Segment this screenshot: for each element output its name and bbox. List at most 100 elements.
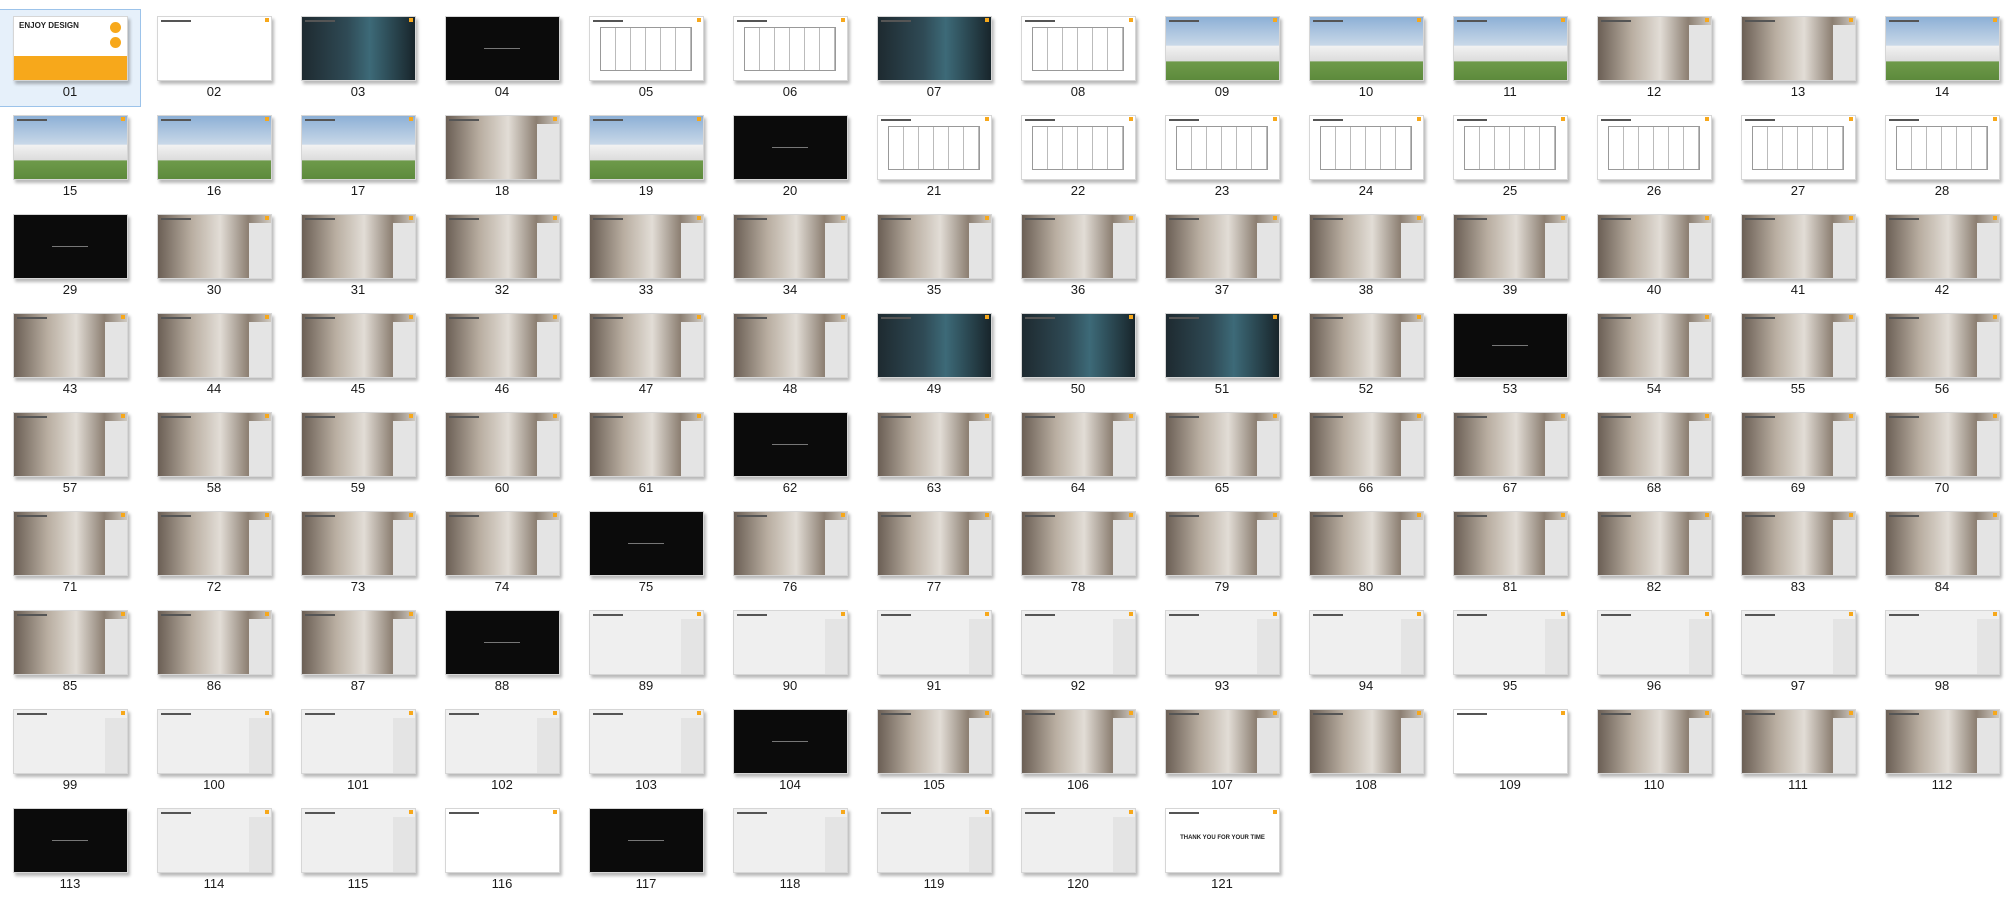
slide-thumbnail-80[interactable]: 80 — [1296, 505, 1436, 601]
slide-thumbnail-91[interactable]: 91 — [864, 604, 1004, 700]
slide-thumbnail-24[interactable]: 24 — [1296, 109, 1436, 205]
slide-thumbnail-54[interactable]: 54 — [1584, 307, 1724, 403]
slide-thumbnail-45[interactable]: 45 — [288, 307, 428, 403]
slide-thumbnail-40[interactable]: 40 — [1584, 208, 1724, 304]
slide-thumbnail-14[interactable]: 14 — [1872, 10, 2006, 106]
slide-thumbnail-83[interactable]: 83 — [1728, 505, 1868, 601]
slide-thumbnail-108[interactable]: 108 — [1296, 703, 1436, 799]
slide-thumbnail-106[interactable]: 106 — [1008, 703, 1148, 799]
slide-thumbnail-105[interactable]: 105 — [864, 703, 1004, 799]
slide-thumbnail-59[interactable]: 59 — [288, 406, 428, 502]
slide-thumbnail-99[interactable]: 99 — [0, 703, 140, 799]
slide-thumbnail-98[interactable]: 98 — [1872, 604, 2006, 700]
slide-thumbnail-58[interactable]: 58 — [144, 406, 284, 502]
slide-thumbnail-85[interactable]: 85 — [0, 604, 140, 700]
slide-thumbnail-57[interactable]: 57 — [0, 406, 140, 502]
slide-thumbnail-34[interactable]: 34 — [720, 208, 860, 304]
slide-thumbnail-30[interactable]: 30 — [144, 208, 284, 304]
slide-thumbnail-92[interactable]: 92 — [1008, 604, 1148, 700]
slide-thumbnail-89[interactable]: 89 — [576, 604, 716, 700]
slide-thumbnail-28[interactable]: 28 — [1872, 109, 2006, 205]
slide-thumbnail-97[interactable]: 97 — [1728, 604, 1868, 700]
slide-thumbnail-55[interactable]: 55 — [1728, 307, 1868, 403]
slide-thumbnail-66[interactable]: 66 — [1296, 406, 1436, 502]
slide-thumbnail-82[interactable]: 82 — [1584, 505, 1724, 601]
slide-thumbnail-47[interactable]: 47 — [576, 307, 716, 403]
slide-thumbnail-102[interactable]: 102 — [432, 703, 572, 799]
slide-thumbnail-39[interactable]: 39 — [1440, 208, 1580, 304]
slide-thumbnail-07[interactable]: 07 — [864, 10, 1004, 106]
slide-thumbnail-02[interactable]: 02 — [144, 10, 284, 106]
slide-thumbnail-75[interactable]: 75 — [576, 505, 716, 601]
slide-thumbnail-67[interactable]: 67 — [1440, 406, 1580, 502]
slide-thumbnail-118[interactable]: 118 — [720, 802, 860, 898]
slide-thumbnail-72[interactable]: 72 — [144, 505, 284, 601]
slide-thumbnail-78[interactable]: 78 — [1008, 505, 1148, 601]
slide-thumbnail-44[interactable]: 44 — [144, 307, 284, 403]
slide-thumbnail-110[interactable]: 110 — [1584, 703, 1724, 799]
slide-thumbnail-41[interactable]: 41 — [1728, 208, 1868, 304]
slide-thumbnail-08[interactable]: 08 — [1008, 10, 1148, 106]
slide-thumbnail-27[interactable]: 27 — [1728, 109, 1868, 205]
slide-thumbnail-61[interactable]: 61 — [576, 406, 716, 502]
slide-thumbnail-10[interactable]: 10 — [1296, 10, 1436, 106]
slide-thumbnail-90[interactable]: 90 — [720, 604, 860, 700]
slide-thumbnail-119[interactable]: 119 — [864, 802, 1004, 898]
slide-thumbnail-23[interactable]: 23 — [1152, 109, 1292, 205]
slide-thumbnail-117[interactable]: 117 — [576, 802, 716, 898]
slide-thumbnail-88[interactable]: 88 — [432, 604, 572, 700]
slide-thumbnail-16[interactable]: 16 — [144, 109, 284, 205]
slide-thumbnail-76[interactable]: 76 — [720, 505, 860, 601]
slide-thumbnail-46[interactable]: 46 — [432, 307, 572, 403]
slide-thumbnail-12[interactable]: 12 — [1584, 10, 1724, 106]
slide-thumbnail-53[interactable]: 53 — [1440, 307, 1580, 403]
slide-thumbnail-56[interactable]: 56 — [1872, 307, 2006, 403]
slide-thumbnail-64[interactable]: 64 — [1008, 406, 1148, 502]
slide-thumbnail-22[interactable]: 22 — [1008, 109, 1148, 205]
slide-thumbnail-86[interactable]: 86 — [144, 604, 284, 700]
slide-thumbnail-51[interactable]: 51 — [1152, 307, 1292, 403]
slide-thumbnail-62[interactable]: 62 — [720, 406, 860, 502]
slide-thumbnail-60[interactable]: 60 — [432, 406, 572, 502]
slide-thumbnail-81[interactable]: 81 — [1440, 505, 1580, 601]
slide-thumbnail-93[interactable]: 93 — [1152, 604, 1292, 700]
slide-thumbnail-15[interactable]: 15 — [0, 109, 140, 205]
slide-thumbnail-52[interactable]: 52 — [1296, 307, 1436, 403]
slide-thumbnail-115[interactable]: 115 — [288, 802, 428, 898]
slide-thumbnail-96[interactable]: 96 — [1584, 604, 1724, 700]
slide-thumbnail-84[interactable]: 84 — [1872, 505, 2006, 601]
slide-thumbnail-95[interactable]: 95 — [1440, 604, 1580, 700]
slide-thumbnail-37[interactable]: 37 — [1152, 208, 1292, 304]
slide-thumbnail-103[interactable]: 103 — [576, 703, 716, 799]
slide-thumbnail-03[interactable]: 03 — [288, 10, 428, 106]
slide-thumbnail-107[interactable]: 107 — [1152, 703, 1292, 799]
slide-thumbnail-113[interactable]: 113 — [0, 802, 140, 898]
slide-thumbnail-111[interactable]: 111 — [1728, 703, 1868, 799]
slide-thumbnail-35[interactable]: 35 — [864, 208, 1004, 304]
slide-thumbnail-13[interactable]: 13 — [1728, 10, 1868, 106]
slide-thumbnail-20[interactable]: 20 — [720, 109, 860, 205]
slide-thumbnail-112[interactable]: 112 — [1872, 703, 2006, 799]
slide-thumbnail-42[interactable]: 42 — [1872, 208, 2006, 304]
slide-thumbnail-100[interactable]: 100 — [144, 703, 284, 799]
slide-thumbnail-48[interactable]: 48 — [720, 307, 860, 403]
slide-thumbnail-87[interactable]: 87 — [288, 604, 428, 700]
slide-thumbnail-36[interactable]: 36 — [1008, 208, 1148, 304]
slide-thumbnail-29[interactable]: 29 — [0, 208, 140, 304]
slide-thumbnail-104[interactable]: 104 — [720, 703, 860, 799]
slide-thumbnail-50[interactable]: 50 — [1008, 307, 1148, 403]
slide-thumbnail-69[interactable]: 69 — [1728, 406, 1868, 502]
slide-thumbnail-32[interactable]: 32 — [432, 208, 572, 304]
slide-thumbnail-11[interactable]: 11 — [1440, 10, 1580, 106]
slide-thumbnail-26[interactable]: 26 — [1584, 109, 1724, 205]
slide-thumbnail-120[interactable]: 120 — [1008, 802, 1148, 898]
slide-thumbnail-21[interactable]: 21 — [864, 109, 1004, 205]
slide-thumbnail-43[interactable]: 43 — [0, 307, 140, 403]
slide-thumbnail-71[interactable]: 71 — [0, 505, 140, 601]
slide-thumbnail-79[interactable]: 79 — [1152, 505, 1292, 601]
slide-thumbnail-17[interactable]: 17 — [288, 109, 428, 205]
slide-thumbnail-33[interactable]: 33 — [576, 208, 716, 304]
slide-thumbnail-116[interactable]: 116 — [432, 802, 572, 898]
slide-thumbnail-73[interactable]: 73 — [288, 505, 428, 601]
slide-thumbnail-04[interactable]: 04 — [432, 10, 572, 106]
